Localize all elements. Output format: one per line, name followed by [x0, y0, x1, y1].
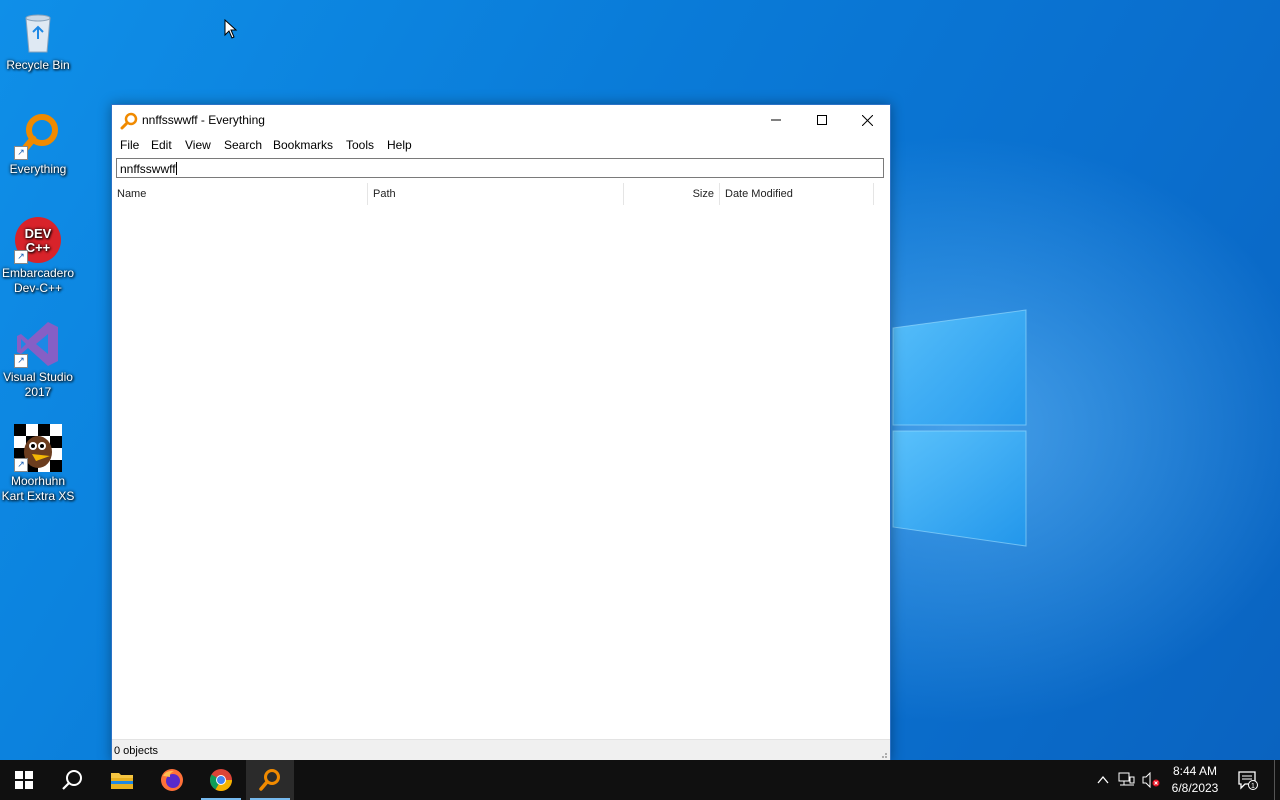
column-header-label: Name [117, 188, 147, 200]
firefox-icon [161, 769, 183, 791]
maximize-icon [817, 115, 827, 125]
everything-window: nnffsswwff - Everything File Edit View S… [111, 104, 891, 762]
minimize-icon [771, 119, 781, 121]
shortcut-arrow-icon: ↗ [14, 354, 28, 368]
desktop-icon-recycle-bin[interactable]: Recycle Bin [0, 8, 76, 73]
desktop-icon-visual-studio[interactable]: ↗ Visual Studio 2017 [0, 320, 76, 400]
chrome-icon [210, 769, 232, 791]
menu-bar: File Edit View Search Bookmarks Tools He… [112, 135, 890, 155]
network-button[interactable] [1116, 760, 1138, 800]
resize-grip-icon[interactable] [878, 749, 888, 759]
search-input-value: nnffsswwff [120, 162, 176, 176]
menu-file[interactable]: File [120, 138, 139, 152]
everything-icon: ↗ [14, 112, 62, 160]
maximize-button[interactable] [799, 105, 845, 135]
dev-cpp-icon: DEV C++ ↗ [14, 216, 62, 264]
column-header-label: Size [692, 188, 714, 200]
everything-icon [120, 112, 138, 130]
taskbar-chrome[interactable] [197, 760, 245, 800]
visual-studio-icon: ↗ [14, 320, 62, 368]
close-button[interactable] [844, 105, 890, 135]
column-header-label: Date Modified [725, 188, 793, 200]
shortcut-arrow-icon: ↗ [14, 458, 28, 472]
menu-help[interactable]: Help [387, 138, 412, 152]
desktop-icon-everything[interactable]: ↗ Everything [0, 112, 76, 177]
svg-text:C++: C++ [26, 240, 51, 255]
column-header-date-modified[interactable]: Date Modified [720, 183, 874, 205]
network-icon [1118, 772, 1135, 786]
moorhuhn-icon: ↗ [14, 424, 62, 472]
chevron-up-icon [1097, 776, 1109, 784]
menu-tools[interactable]: Tools [346, 138, 374, 152]
clock-date: 6/8/2023 [1171, 781, 1219, 795]
column-header-size[interactable]: Size [624, 183, 720, 205]
column-header-name[interactable]: Name [112, 183, 368, 205]
search-input[interactable]: nnffsswwff [116, 158, 884, 178]
show-hidden-icons-button[interactable] [1094, 760, 1112, 800]
clock[interactable]: 8:44 AM 6/8/2023 [1164, 763, 1226, 797]
windows-start-icon [15, 771, 33, 789]
taskbar-firefox[interactable] [148, 760, 196, 800]
desktop-icon-label: Moorhuhn Kart Extra XS [1, 474, 75, 503]
taskbar-everything[interactable] [246, 760, 294, 800]
desktop-icon-label: Embarcadero Dev-C++ [1, 266, 75, 295]
window-title: nnffsswwff - Everything [142, 113, 265, 127]
shortcut-arrow-icon: ↗ [14, 250, 28, 264]
menu-edit[interactable]: Edit [151, 138, 172, 152]
volume-button[interactable] [1140, 760, 1162, 800]
column-header-label: Path [373, 188, 396, 200]
recycle-bin-icon [14, 8, 62, 56]
everything-icon [259, 769, 280, 791]
close-icon [861, 114, 873, 126]
column-header-row: Name Path Size Date Modified [112, 183, 890, 205]
taskbar-search-button[interactable] [48, 760, 96, 800]
text-caret [175, 162, 177, 175]
taskbar: 8:44 AM 6/8/2023 1 [0, 760, 1280, 800]
shortcut-arrow-icon: ↗ [14, 146, 28, 160]
column-header-path[interactable]: Path [368, 183, 624, 205]
status-text: 0 objects [114, 745, 159, 757]
status-bar: 0 objects [112, 739, 890, 761]
taskbar-file-explorer[interactable] [98, 760, 146, 800]
menu-view[interactable]: View [185, 138, 211, 152]
start-button[interactable] [0, 760, 48, 800]
action-center-button[interactable]: 1 [1234, 760, 1262, 800]
notification-icon: 1 [1238, 771, 1258, 790]
notification-count: 1 [1251, 783, 1255, 790]
results-list[interactable] [112, 205, 890, 737]
menu-search[interactable]: Search [224, 138, 262, 152]
mouse-cursor-icon [224, 19, 238, 39]
search-icon [62, 770, 82, 790]
minimize-button[interactable] [753, 105, 799, 135]
file-explorer-icon [111, 773, 133, 789]
svg-text:DEV: DEV [25, 226, 52, 241]
menu-bookmarks[interactable]: Bookmarks [273, 138, 333, 152]
desktop-icon-label: Visual Studio 2017 [3, 370, 73, 399]
desktop-icon-dev-cpp[interactable]: DEV C++ ↗ Embarcadero Dev-C++ [0, 216, 76, 296]
show-desktop-button[interactable] [1274, 760, 1275, 800]
desktop-icon-label: Everything [9, 162, 67, 176]
volume-muted-icon [1142, 772, 1160, 788]
desktop-icon-moorhuhn[interactable]: ↗ Moorhuhn Kart Extra XS [0, 424, 76, 504]
window-titlebar[interactable]: nnffsswwff - Everything [112, 105, 890, 135]
desktop-icon-label: Recycle Bin [6, 58, 70, 72]
clock-time: 8:44 AM [1172, 764, 1218, 778]
